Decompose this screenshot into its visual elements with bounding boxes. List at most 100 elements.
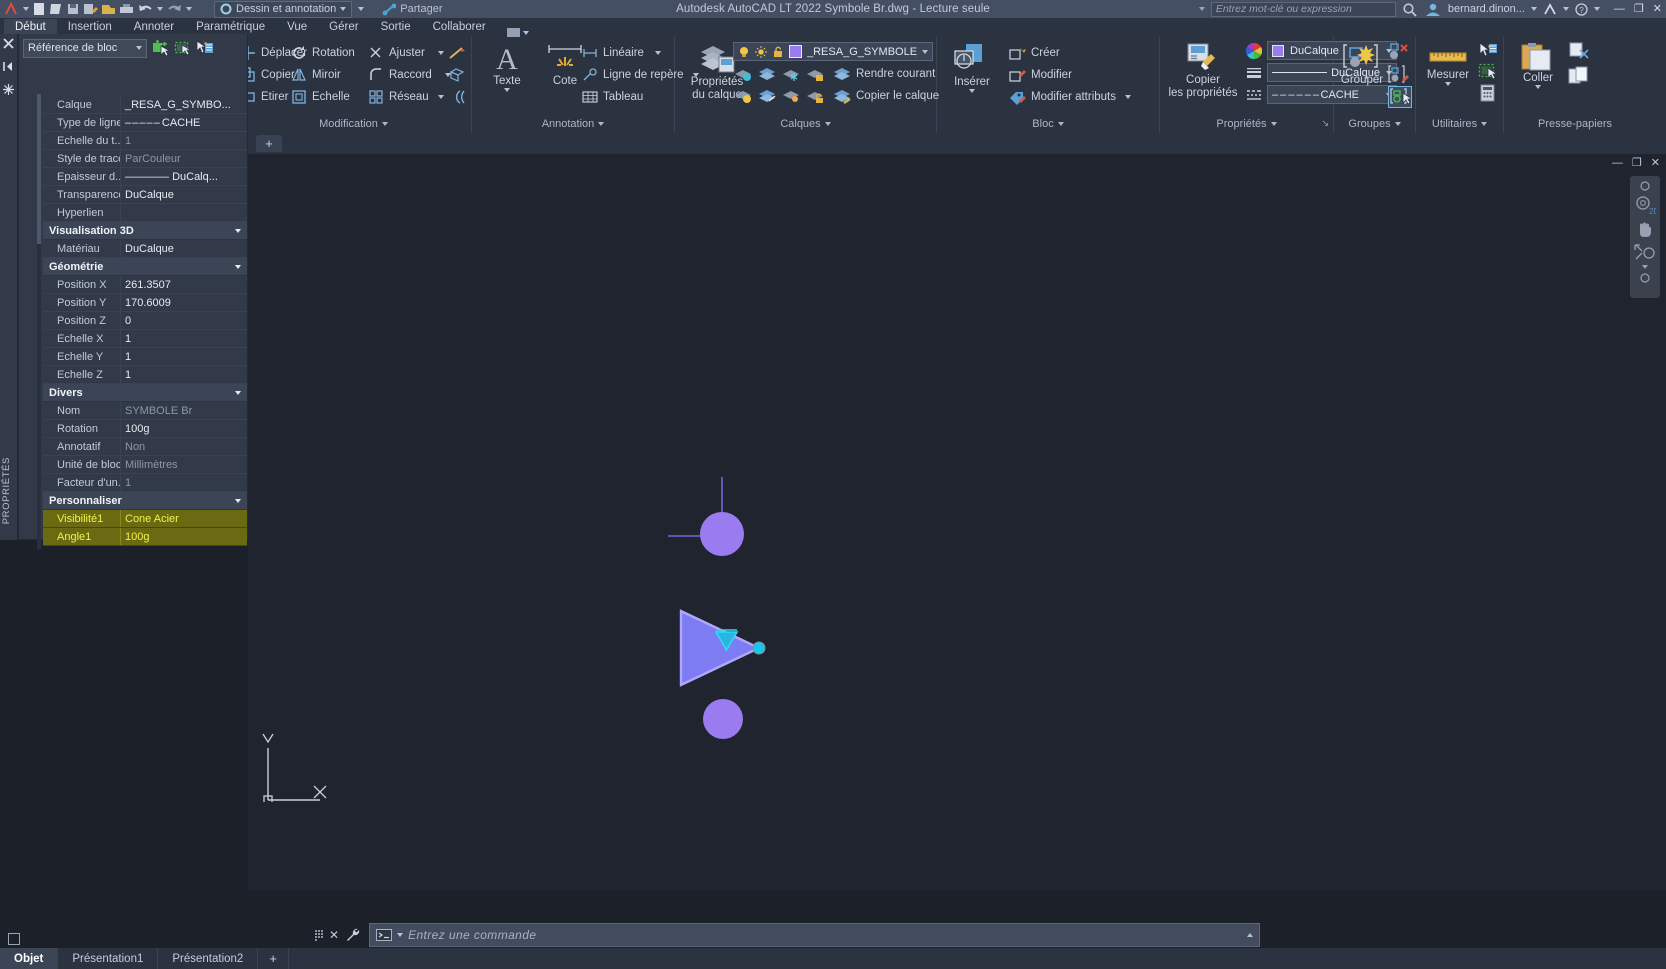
user-dropdown-icon[interactable]: [1530, 7, 1537, 11]
layer-unlock-icon[interactable]: [805, 87, 825, 105]
tool-raccord[interactable]: Raccord: [368, 64, 451, 86]
layout-tab-presentation1[interactable]: Présentation1: [58, 948, 159, 969]
scrollbar-thumb[interactable]: [37, 94, 41, 244]
chevron-down-icon[interactable]: [969, 89, 975, 93]
property-row-unite-de-bloc[interactable]: Unité de bloc Millimètres: [43, 456, 247, 474]
tool-3dsolid[interactable]: [448, 64, 466, 86]
ribbon-tab-sortie[interactable]: Sortie: [370, 19, 422, 37]
ribbon-tab-collaborer[interactable]: Collaborer: [422, 19, 497, 37]
layout-tab-objet[interactable]: Objet: [0, 948, 59, 969]
property-section-geometrie[interactable]: Géométrie: [43, 258, 247, 276]
property-row-position-y[interactable]: Position Y 170.6009: [43, 294, 247, 312]
ribbon-overflow-button[interactable]: [497, 28, 539, 37]
chevron-down-icon[interactable]: [437, 95, 444, 99]
property-section-divers[interactable]: Divers: [43, 384, 247, 402]
layer-copy-icon[interactable]: [832, 87, 852, 105]
tool-copier-les-proprietes[interactable]: Copier les propriétés: [1164, 42, 1242, 100]
tool-mesurer[interactable]: Mesurer: [1420, 43, 1476, 86]
property-row-echelle-x[interactable]: Echelle X 1: [43, 330, 247, 348]
tool-reseau[interactable]: Réseau: [368, 86, 451, 108]
close-icon[interactable]: [3, 38, 14, 49]
panel-title[interactable]: Modification: [236, 118, 471, 130]
lightbulb-on-icon[interactable]: [738, 46, 750, 58]
property-row-echelle-z[interactable]: Echelle Z 1: [43, 366, 247, 384]
tool-offset[interactable]: [448, 86, 466, 108]
help-more-icon[interactable]: [1593, 7, 1600, 11]
close-button[interactable]: ✕: [1653, 3, 1662, 15]
add-layout-button[interactable]: +: [258, 948, 289, 969]
palette-menu-icon[interactable]: [3, 84, 14, 95]
panel-title[interactable]: Presse-papiers: [1494, 118, 1656, 130]
customize-icon[interactable]: [345, 927, 369, 943]
property-row-type-de-ligne[interactable]: Type de ligne – – – – – CACHE: [43, 114, 247, 132]
panel-title[interactable]: Propriétés: [1160, 118, 1333, 130]
copy-clip-icon[interactable]: [1568, 66, 1590, 86]
property-row-calque[interactable]: Calque _RESA_G_SYMBO...: [43, 96, 247, 114]
tool-rotation[interactable]: Rotation: [291, 42, 355, 64]
property-row-echelle-y[interactable]: Echelle Y 1: [43, 348, 247, 366]
chevron-down-icon[interactable]: [1535, 85, 1541, 89]
quick-select-icon[interactable]: [152, 40, 169, 56]
avatar[interactable]: [1424, 2, 1442, 17]
tool-texte[interactable]: A Texte: [476, 41, 538, 92]
grip-icon[interactable]: [315, 927, 323, 943]
object-type-select[interactable]: Référence de bloc: [23, 38, 147, 58]
property-row-nom[interactable]: Nom SYMBOLE Br: [43, 402, 247, 420]
panel-title[interactable]: Groupes: [1334, 118, 1415, 130]
property-row-transparence[interactable]: Transparence DuCalque: [43, 186, 247, 204]
layer-off-icon[interactable]: [733, 87, 753, 105]
layer-thaw-icon[interactable]: [781, 87, 801, 105]
property-row-hyperlien[interactable]: Hyperlien: [43, 204, 247, 222]
linetype-icon[interactable]: [1246, 87, 1262, 103]
calculator-icon[interactable]: [1478, 84, 1498, 102]
sun-icon[interactable]: [755, 45, 767, 58]
chevron-down-icon[interactable]: [397, 933, 404, 937]
cut-icon[interactable]: [1568, 42, 1590, 62]
quick-select-icon[interactable]: [1478, 42, 1498, 60]
chevron-down-icon[interactable]: [922, 49, 928, 54]
maximize-button[interactable]: ❐: [1634, 3, 1644, 15]
property-row-position-x[interactable]: Position X 261.3507: [43, 276, 247, 294]
tool-inserer[interactable]: Insérer: [943, 42, 1001, 93]
panel-title[interactable]: Utilitaires: [1416, 118, 1503, 130]
search-dropdown-icon[interactable]: [1198, 7, 1205, 11]
chevron-down-icon[interactable]: [1125, 95, 1132, 99]
chevron-down-icon[interactable]: [654, 51, 661, 55]
property-row-facteur-dunite[interactable]: Facteur d'un... 1: [43, 474, 247, 492]
unlock-icon[interactable]: [772, 46, 784, 58]
chevron-down-icon[interactable]: [504, 88, 510, 92]
tool-ajuster[interactable]: Ajuster: [368, 42, 451, 64]
chevron-down-icon[interactable]: [437, 51, 444, 55]
color-wheel-icon[interactable]: [1246, 42, 1262, 59]
property-row-visibilite1[interactable]: Visibilité1 Cone Acier: [43, 510, 247, 528]
select-objects-icon[interactable]: [174, 40, 191, 56]
tool-miroir[interactable]: Miroir: [291, 64, 355, 86]
close-icon[interactable]: ✕: [323, 928, 345, 942]
lineweight-icon[interactable]: [1246, 65, 1262, 81]
tool-modifier-bloc[interactable]: Modifier: [1009, 64, 1131, 86]
layer-previous-icon[interactable]: [757, 65, 777, 83]
tool-coller[interactable]: Coller: [1510, 42, 1566, 89]
layer-freeze-icon[interactable]: [781, 65, 801, 83]
property-row-annotatif[interactable]: Annotatif Non: [43, 438, 247, 456]
property-row-materiau[interactable]: Matériau DuCalque: [43, 240, 247, 258]
help-icon[interactable]: ?: [1575, 2, 1588, 16]
panel-title[interactable]: Annotation: [472, 118, 674, 130]
command-prompt-icon[interactable]: [376, 929, 393, 941]
new-drawing-tab-button[interactable]: +: [256, 135, 282, 152]
tool-label[interactable]: Copier le calque: [856, 90, 939, 102]
property-row-style-de-trace[interactable]: Style de tracé ParCouleur: [43, 150, 247, 168]
panel-dialog-launcher[interactable]: ↘: [1321, 118, 1329, 129]
layer-isolate-icon[interactable]: [733, 65, 753, 83]
layer-lock-icon[interactable]: [805, 65, 825, 83]
autodesk-icon[interactable]: [1543, 2, 1557, 16]
current-layer-select[interactable]: _RESA_G_SYMBOLE_: [733, 42, 933, 61]
minimize-button[interactable]: —: [1614, 3, 1625, 15]
tool-grouper[interactable]: Grouper: [1336, 42, 1388, 87]
drawing-canvas[interactable]: — ❐ ✕ 2D: [248, 154, 1666, 891]
property-row-epaisseur-de-ligne[interactable]: Epaisseur d... ———— DuCalq...: [43, 168, 247, 186]
command-history-icon[interactable]: [1247, 933, 1253, 937]
property-section-visualisation-3d[interactable]: Visualisation 3D: [43, 222, 247, 240]
layer-match-icon[interactable]: [757, 87, 777, 105]
ribbon-tab-gerer[interactable]: Gérer: [318, 19, 369, 37]
